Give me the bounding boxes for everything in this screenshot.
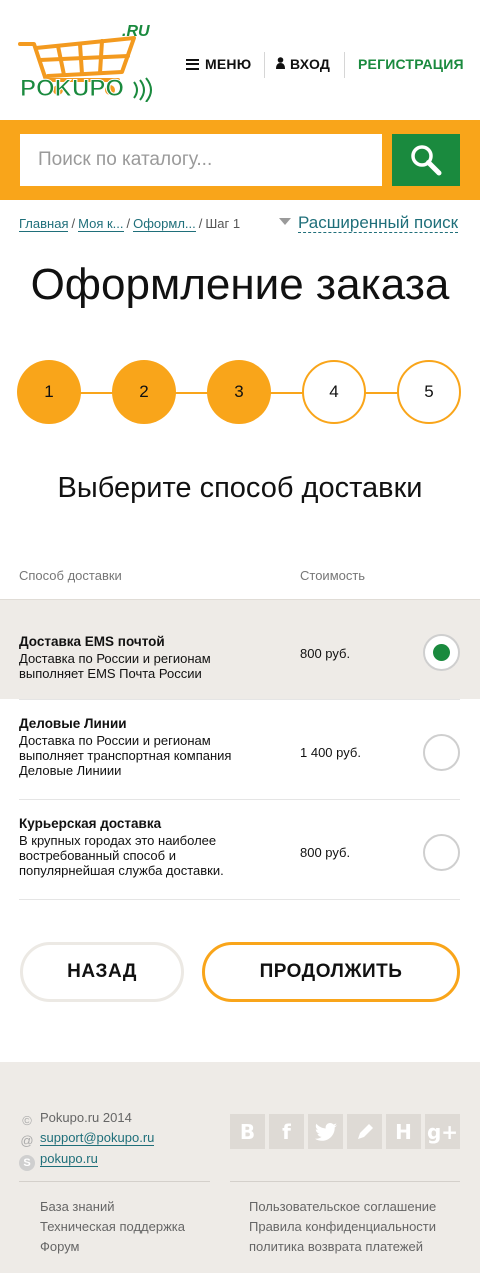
checkout-steps: 1 2 3 4 5 [0,360,480,426]
step-4: 4 [302,360,366,424]
row-divider [19,899,460,900]
search-button[interactable] [392,134,460,186]
pencil-glyph [357,1123,373,1139]
login-label: ВХОД [290,56,331,72]
hamburger-icon [186,58,199,70]
delivery-option-radio[interactable] [423,834,460,871]
breadcrumb-checkout[interactable]: Оформл... [133,216,196,232]
logo-suffix: .RU [122,23,150,40]
delivery-option-desc: В крупных городах это наиболее востребов… [19,833,224,878]
triangle-down-icon [279,218,291,225]
footer-divider-right [230,1181,460,1182]
delivery-option-radio[interactable] [423,734,460,771]
googleplus-icon[interactable]: g+ [425,1114,460,1149]
delivery-option-row[interactable]: Доставка EMS почтой Доставка по России и… [0,599,480,699]
livejournal-icon[interactable] [347,1114,382,1149]
register-link[interactable]: РЕГИСТРАЦИЯ [358,50,464,78]
footer-link-forum[interactable]: Форум [40,1239,80,1254]
delivery-option-name: Деловые Линии [19,716,127,731]
delivery-option-price: 1 400 руб. [300,745,361,760]
footer-link-support[interactable]: Техническая поддержка [40,1219,185,1234]
nav-divider [344,52,345,78]
footer-email: @ support@pokupo.ru [19,1130,155,1149]
user-icon [276,57,285,70]
habr-icon[interactable]: H [386,1114,421,1149]
step-5: 5 [397,360,461,424]
delivery-option-price: 800 руб. [300,646,351,661]
page-title: Оформление заказа [30,260,450,309]
menu-button[interactable]: МЕНЮ [186,50,251,78]
footer-link-user-agreement[interactable]: Пользовательское соглашение [249,1199,436,1214]
footer-skype: Spokupo.ru [19,1151,98,1171]
footer-link-refund-policy[interactable]: политика возврата платежей [249,1239,423,1254]
twitter-bird-glyph [314,1122,337,1141]
copyright-text: Pokupo.ru 2014 [40,1110,132,1125]
search-bar [0,120,480,200]
menu-label: МЕНЮ [205,56,252,72]
delivery-option-desc: Доставка по России и регионам выполняет … [19,733,232,778]
footer-link-privacy[interactable]: Правила конфиденциальности [249,1219,436,1234]
breadcrumb-current: Шаг 1 [205,216,241,231]
logo-text: POKUPO [20,75,124,102]
step-2[interactable]: 2 [112,360,176,424]
at-sign-icon: @ [20,1133,34,1148]
advanced-search-toggle[interactable]: Расширенный поиск [279,213,459,233]
skype-icon: S [19,1155,35,1171]
copyright-icon: © [22,1113,32,1128]
vk-icon[interactable]: B [230,1114,265,1149]
back-button[interactable]: НАЗАД [20,942,184,1002]
footer-copyright: © Pokupo.ru 2014 [19,1110,132,1129]
search-input[interactable] [20,134,382,186]
search-icon [411,145,442,176]
header-nav: МЕНЮ ВХОД РЕГИСТРАЦИЯ [0,50,480,78]
delivery-option-desc: Доставка по России и регионам выполняет … [19,651,211,681]
advanced-search-label: Расширенный поиск [298,213,459,233]
continue-button[interactable]: ПРОДОЛЖИТЬ [202,942,460,1002]
delivery-option-price: 800 руб. [300,845,351,860]
delivery-option-row[interactable]: Курьерская доставка В крупных городах эт… [0,800,480,900]
delivery-option-radio[interactable] [423,634,460,671]
breadcrumb-cart[interactable]: Моя к... [78,216,124,232]
column-header-method: Способ доставки [19,568,122,583]
login-link[interactable]: ВХОД [276,50,330,78]
breadcrumb: Главная / Моя к... / Оформл... / Шаг 1 [19,216,241,232]
delivery-option-row[interactable]: Деловые Линии Доставка по России и регио… [0,700,480,800]
footer-link-knowledge-base[interactable]: База знаний [40,1199,115,1214]
delivery-option-name: Курьерская доставка [19,816,162,831]
radio-selected-dot [433,644,450,661]
delivery-option-name: Доставка EMS почтой [19,634,165,649]
site-header: .RU POKUPO МЕНЮ ВХОД РЕГИСТРАЦИЯ [0,0,480,120]
twitter-icon[interactable] [308,1114,343,1149]
support-email-link[interactable]: support@pokupo.ru [40,1130,155,1146]
breadcrumb-home[interactable]: Главная [19,216,69,232]
nav-divider [264,52,265,78]
footer-divider-left [19,1181,210,1182]
step-1[interactable]: 1 [17,360,81,424]
step-3[interactable]: 3 [207,360,271,424]
facebook-icon[interactable]: f [269,1114,304,1149]
column-header-cost: Стоимость [300,568,366,583]
delivery-heading: Выберите способ доставки [57,472,423,504]
skype-link[interactable]: pokupo.ru [40,1151,98,1167]
